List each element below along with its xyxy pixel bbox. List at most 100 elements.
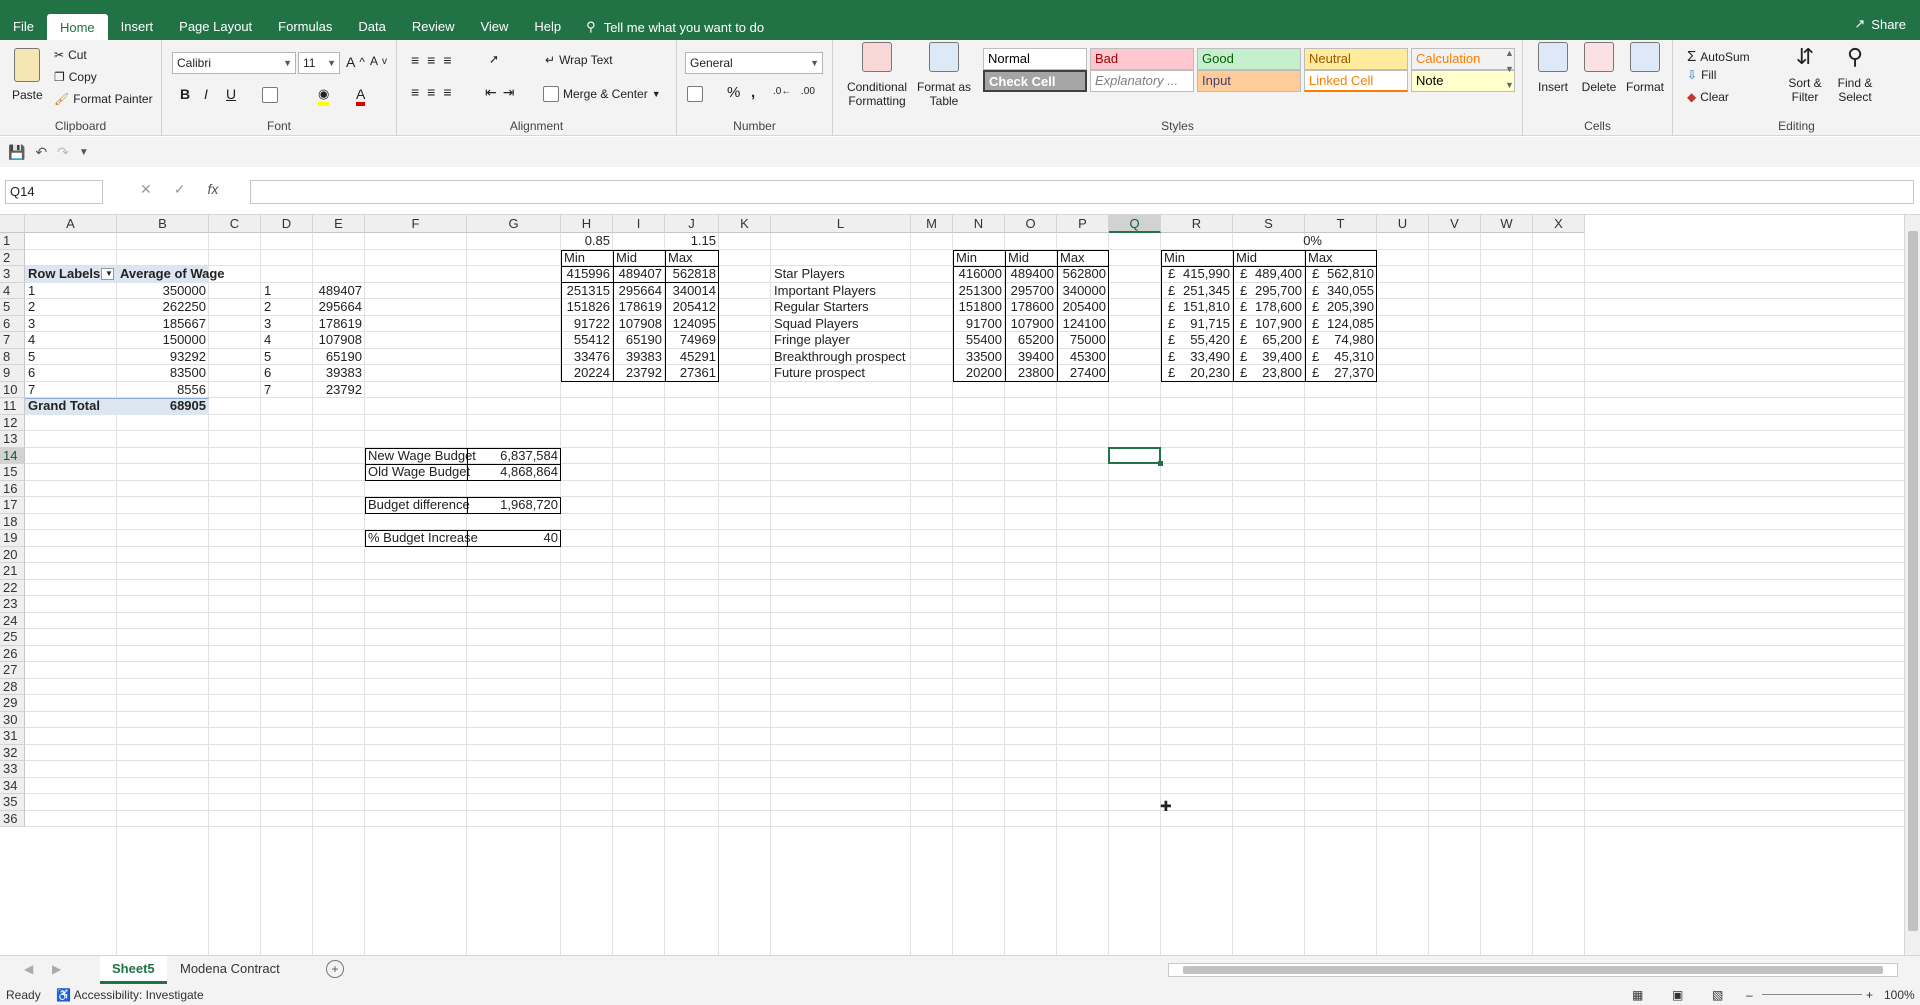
currency-range-cell[interactable]: 91,715	[1161, 316, 1233, 333]
fill-button[interactable]: ⇩ Fill	[1687, 68, 1716, 82]
conditional-formatting-button[interactable]: Conditional Formatting	[843, 42, 911, 108]
tier-index-cell[interactable]: 4	[261, 332, 313, 349]
zoom-slider[interactable]	[1762, 994, 1862, 995]
range-header-cell[interactable]: Min	[1161, 250, 1233, 267]
fill-color-button[interactable]: ◉	[318, 86, 330, 106]
clear-button[interactable]: ◆ Clear	[1687, 90, 1729, 104]
min-factor-cell[interactable]: 0.85	[561, 233, 613, 250]
row-header-29[interactable]: 29	[0, 695, 25, 712]
ribbon-tab-file[interactable]: File	[0, 14, 47, 40]
merge-center-button[interactable]: Merge & Center ▼	[543, 86, 661, 102]
shrink-font-button[interactable]: Av	[370, 54, 387, 68]
range-header-cell[interactable]: Mid	[1005, 250, 1057, 267]
row-header-23[interactable]: 23	[0, 596, 25, 613]
tier-wage-cell[interactable]: 178619	[313, 316, 365, 333]
column-header-w[interactable]: W	[1481, 215, 1533, 233]
pivot-row-label[interactable]: 5	[25, 349, 117, 366]
autosum-button[interactable]: Σ AutoSum	[1687, 48, 1750, 65]
row-header-34[interactable]: 34	[0, 777, 25, 794]
share-button[interactable]: ↗ Share	[1854, 16, 1906, 32]
column-header-p[interactable]: P	[1057, 215, 1109, 233]
accessibility-status[interactable]: ♿ Accessibility: Investigate	[56, 985, 204, 1005]
column-header-r[interactable]: R	[1161, 215, 1233, 233]
computed-range-cell[interactable]: 415996	[561, 266, 613, 283]
column-header-b[interactable]: B	[117, 215, 209, 233]
scroll-left-icon[interactable]: ◀	[24, 962, 33, 976]
rounded-range-cell[interactable]: 20200	[953, 365, 1005, 382]
vertical-scrollbar[interactable]	[1904, 215, 1920, 955]
scroll-right-icon[interactable]: ▶	[52, 962, 61, 976]
pivot-row-value[interactable]: 93292	[117, 349, 209, 366]
currency-range-cell[interactable]: 39,400	[1233, 349, 1305, 366]
row-header-28[interactable]: 28	[0, 678, 25, 695]
delete-cells-button[interactable]: Delete	[1577, 42, 1621, 94]
currency-range-cell[interactable]: 205,390	[1305, 299, 1377, 316]
currency-range-cell[interactable]: 562,810	[1305, 266, 1377, 283]
zoom-in-icon[interactable]: +	[1866, 985, 1873, 1005]
horizontal-align-buttons[interactable]: ≡≡≡	[411, 84, 460, 100]
save-icon[interactable]: 💾	[8, 144, 25, 161]
computed-range-cell[interactable]: 124095	[665, 316, 719, 333]
computed-range-cell[interactable]: 151826	[561, 299, 613, 316]
computed-range-cell[interactable]: 251315	[561, 283, 613, 300]
page-layout-view-icon[interactable]: ▣	[1672, 985, 1683, 1005]
row-header-3[interactable]: 3	[0, 266, 25, 283]
cell-style-neutral[interactable]: Neutral	[1304, 48, 1408, 70]
computed-range-cell[interactable]: 45291	[665, 349, 719, 366]
row-header-12[interactable]: 12	[0, 414, 25, 431]
enter-icon[interactable]: ✓	[174, 181, 186, 198]
accounting-format-button[interactable]	[687, 86, 703, 102]
tier-index-cell[interactable]: 7	[261, 382, 313, 399]
rounded-range-cell[interactable]: 107900	[1005, 316, 1057, 333]
computed-range-cell[interactable]: 27361	[665, 365, 719, 382]
formula-input[interactable]	[250, 180, 1914, 204]
selected-cell[interactable]	[1108, 446, 1161, 464]
font-color-button[interactable]: A	[356, 86, 366, 106]
pivot-row-value[interactable]: 262250	[117, 299, 209, 316]
pivot-average-header[interactable]: Average of Wage	[117, 266, 225, 283]
currency-range-cell[interactable]: 27,370	[1305, 365, 1377, 382]
player-category-cell[interactable]: Regular Starters	[771, 299, 911, 316]
pivot-grand-total-label[interactable]: Grand Total	[25, 398, 117, 415]
budget-increase-label[interactable]: % Budget Increase	[365, 530, 478, 547]
computed-range-cell[interactable]: 205412	[665, 299, 719, 316]
column-header-f[interactable]: F	[365, 215, 467, 233]
rounded-range-cell[interactable]: 91700	[953, 316, 1005, 333]
column-header-m[interactable]: M	[911, 215, 953, 233]
tier-wage-cell[interactable]: 65190	[313, 349, 365, 366]
rounded-range-cell[interactable]: 340000	[1057, 283, 1109, 300]
rounded-range-cell[interactable]: 45300	[1057, 349, 1109, 366]
column-header-t[interactable]: T	[1305, 215, 1377, 233]
rounded-range-cell[interactable]: 562800	[1057, 266, 1109, 283]
rounded-range-cell[interactable]: 416000	[953, 266, 1005, 283]
pivot-row-value[interactable]: 83500	[117, 365, 209, 382]
pivot-row-label[interactable]: 7	[25, 382, 117, 399]
row-header-24[interactable]: 24	[0, 612, 25, 629]
font-name-box[interactable]: Calibri ▼	[172, 52, 296, 74]
row-header-33[interactable]: 33	[0, 761, 25, 778]
find-select-button[interactable]: ⚲ Find & Select	[1831, 42, 1879, 104]
cell-style-explanatory[interactable]: Explanatory ...	[1090, 70, 1194, 92]
cell-style-normal[interactable]: Normal	[983, 48, 1087, 70]
computed-range-cell[interactable]: 178619	[613, 299, 665, 316]
cell-style-check-cell[interactable]: Check Cell	[983, 70, 1087, 92]
range-header-cell[interactable]: Min	[561, 250, 613, 267]
bold-button[interactable]: B	[180, 86, 190, 102]
computed-range-cell[interactable]: 91722	[561, 316, 613, 333]
cancel-icon[interactable]: ✕	[140, 181, 152, 198]
paste-button[interactable]: Paste	[12, 48, 43, 102]
currency-range-cell[interactable]: 23,800	[1233, 365, 1305, 382]
player-category-cell[interactable]: Star Players	[771, 266, 911, 283]
rounded-range-cell[interactable]: 295700	[1005, 283, 1057, 300]
tell-me-search[interactable]: ⚲ Tell me what you want to do	[574, 14, 764, 40]
computed-range-cell[interactable]: 20224	[561, 365, 613, 382]
column-header-c[interactable]: C	[209, 215, 261, 233]
undo-icon[interactable]: ↶	[35, 144, 47, 161]
filter-dropdown-icon[interactable]: ▼	[101, 268, 114, 280]
column-header-x[interactable]: X	[1533, 215, 1585, 233]
row-header-18[interactable]: 18	[0, 513, 25, 530]
tier-index-cell[interactable]: 3	[261, 316, 313, 333]
italic-button[interactable]: I	[204, 86, 208, 102]
format-as-table-button[interactable]: Format as Table	[915, 42, 973, 108]
player-category-cell[interactable]: Breakthrough prospect	[771, 349, 911, 366]
